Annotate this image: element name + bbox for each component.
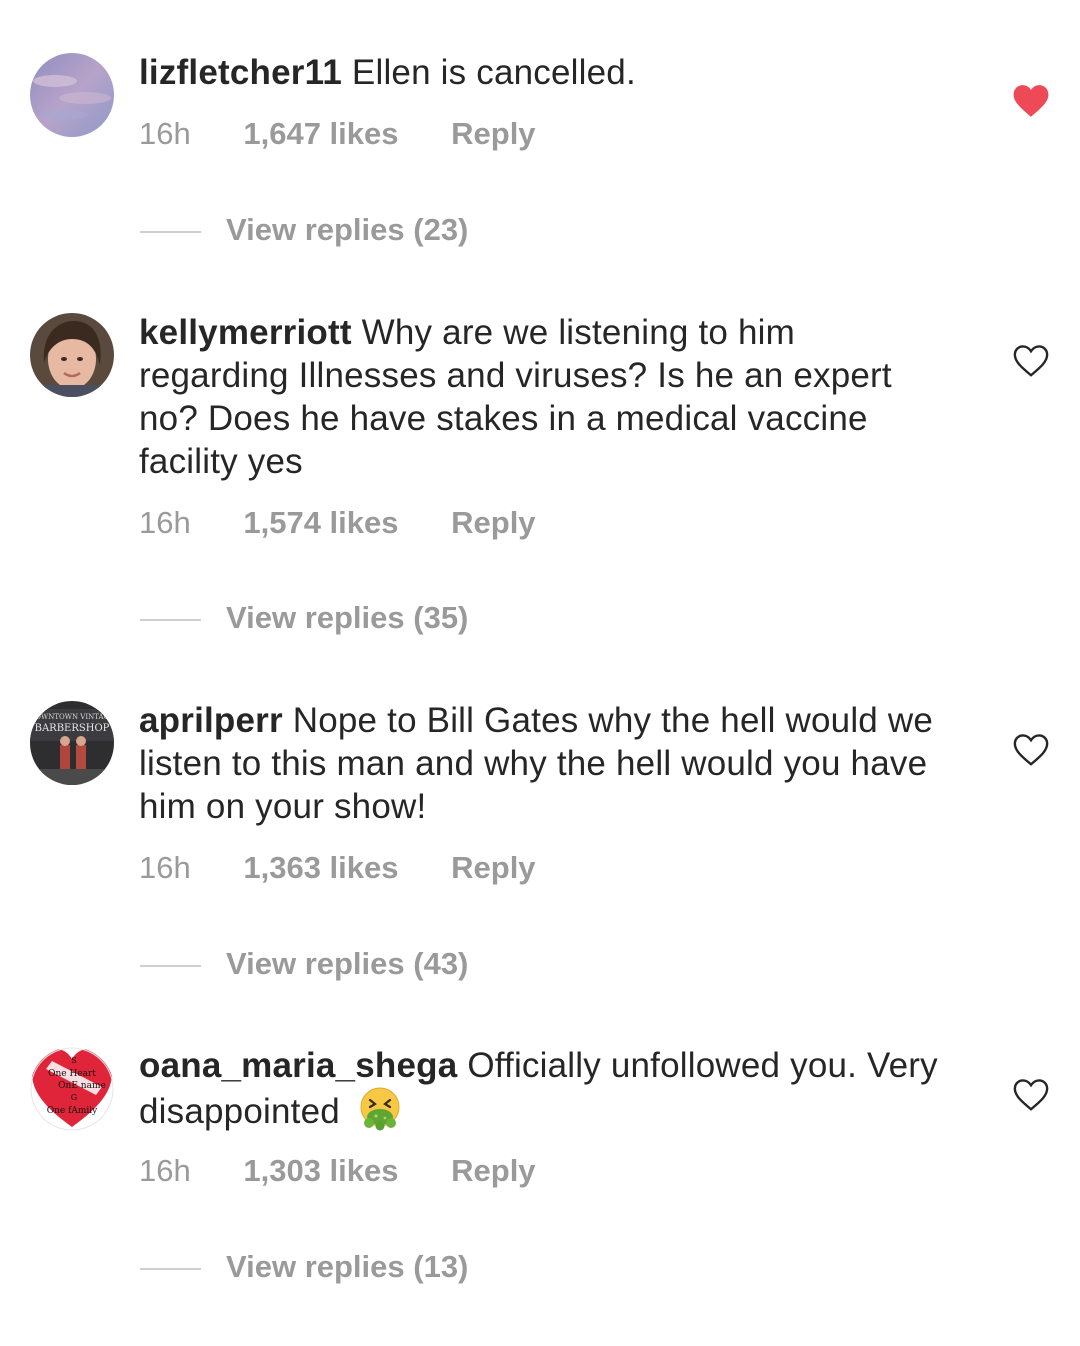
- view-replies-label: View replies (13): [226, 1249, 469, 1284]
- comment-meta: 16h 1,303 likes Reply: [139, 1153, 536, 1189]
- comment-meta: 16h 1,647 likes Reply: [139, 116, 536, 152]
- comment-username[interactable]: aprilperr: [139, 701, 283, 740]
- comment-username[interactable]: kellymerriott: [139, 313, 352, 352]
- comment-text: Ellen is cancelled.: [351, 53, 636, 92]
- comment-time: 16h: [139, 116, 191, 151]
- comment-username[interactable]: oana_maria_shega: [139, 1046, 457, 1085]
- comment-time: 16h: [139, 850, 191, 885]
- comment-likes[interactable]: 1,647 likes: [243, 116, 398, 152]
- replies-divider: [140, 231, 201, 233]
- replies-divider: [140, 619, 201, 621]
- avatar-text: One Heart: [48, 1069, 96, 1079]
- comment-text-block: aprilperr Nope to Bill Gates why the hel…: [139, 699, 939, 828]
- avatar-text: BARBERSHOP: [35, 723, 110, 734]
- view-replies-label: View replies (23): [226, 212, 469, 247]
- avatar-text: One fAmily: [47, 1106, 98, 1116]
- avatar[interactable]: S One Heart OnE name G One fAmily: [30, 1047, 114, 1131]
- replies-divider: [140, 965, 201, 967]
- replies-divider: [140, 1268, 201, 1270]
- reply-button[interactable]: Reply: [451, 116, 535, 152]
- reply-button[interactable]: Reply: [451, 1153, 535, 1189]
- view-replies-label: View replies (43): [226, 946, 469, 981]
- comment-likes[interactable]: 1,303 likes: [243, 1153, 398, 1189]
- avatar-text: DOWNTOWN VINTAGE: [30, 713, 114, 721]
- nauseated-face-icon: [360, 1087, 400, 1131]
- avatar[interactable]: [30, 313, 114, 397]
- view-replies-label: View replies (35): [226, 600, 469, 635]
- comment-text-block: kellymerriott Why are we listening to hi…: [139, 311, 939, 483]
- comment-meta: 16h 1,574 likes Reply: [139, 505, 536, 541]
- heart-outline-icon[interactable]: [1012, 343, 1050, 379]
- reply-button[interactable]: Reply: [451, 850, 535, 886]
- comment-likes[interactable]: 1,574 likes: [243, 505, 398, 541]
- avatar-text: OnE name: [58, 1081, 106, 1091]
- heart-filled-icon[interactable]: [1012, 83, 1050, 119]
- heart-outline-icon[interactable]: [1012, 1077, 1050, 1113]
- avatar[interactable]: [30, 53, 114, 137]
- comment-likes[interactable]: 1,363 likes: [243, 850, 398, 886]
- comment-text-block: lizfletcher11 Ellen is cancelled.: [139, 51, 939, 94]
- avatar-text: G: [71, 1093, 77, 1102]
- avatar-text: S: [71, 1056, 76, 1065]
- comment-time: 16h: [139, 1153, 191, 1188]
- heart-outline-icon[interactable]: [1012, 732, 1050, 768]
- comment-time: 16h: [139, 505, 191, 540]
- avatar[interactable]: DOWNTOWN VINTAGE BARBERSHOP: [30, 701, 114, 785]
- comment-meta: 16h 1,363 likes Reply: [139, 850, 536, 886]
- comment-username[interactable]: lizfletcher11: [139, 53, 342, 92]
- reply-button[interactable]: Reply: [451, 505, 535, 541]
- comment-text-block: oana_maria_shega Officially unfollowed y…: [139, 1044, 939, 1133]
